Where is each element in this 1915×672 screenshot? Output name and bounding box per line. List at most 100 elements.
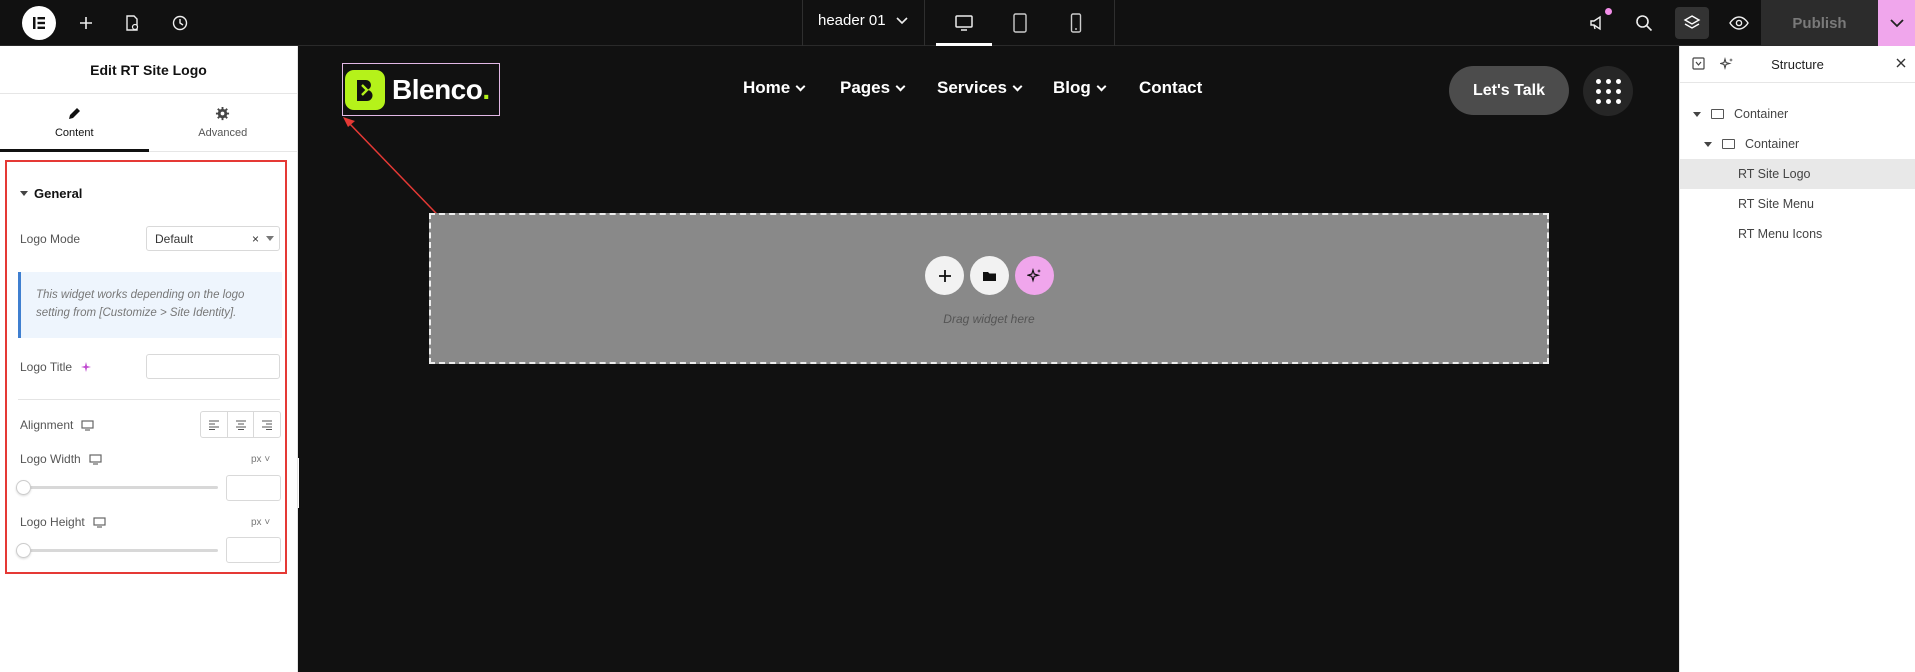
logo-title-input[interactable] bbox=[146, 354, 280, 379]
logo-width-slider[interactable] bbox=[16, 480, 218, 495]
chevron-down-icon bbox=[895, 16, 908, 24]
tree-label: RT Site Menu bbox=[1738, 197, 1814, 211]
logo-height-input[interactable] bbox=[226, 537, 281, 563]
alignment-label-row: Alignment bbox=[20, 418, 94, 432]
ai-generate-button[interactable] bbox=[1015, 256, 1054, 295]
structure-toggle-button[interactable] bbox=[1675, 7, 1709, 39]
logo-height-unit-select[interactable]: px ˅ bbox=[251, 517, 270, 528]
chevron-down-icon bbox=[266, 236, 274, 241]
clear-icon[interactable]: × bbox=[252, 232, 259, 246]
nav-item-pages[interactable]: Pages bbox=[840, 78, 906, 98]
logo-mode-label: Logo Mode bbox=[20, 232, 81, 246]
tree-label: RT Menu Icons bbox=[1738, 227, 1823, 241]
logo-height-label: Logo Height bbox=[20, 515, 85, 529]
panel-title: Edit RT Site Logo bbox=[0, 46, 297, 94]
divider bbox=[18, 399, 280, 400]
add-element-icon[interactable] bbox=[74, 11, 98, 35]
publish-options-button[interactable] bbox=[1878, 0, 1915, 46]
desktop-icon[interactable] bbox=[89, 453, 102, 465]
nav-label: Blog bbox=[1053, 78, 1091, 97]
desktop-icon[interactable] bbox=[93, 516, 106, 528]
nav-item-home[interactable]: Home bbox=[743, 78, 806, 98]
add-template-button[interactable] bbox=[970, 256, 1009, 295]
tablet-icon bbox=[1013, 13, 1027, 33]
section-toggle[interactable]: General bbox=[20, 186, 82, 201]
search-button[interactable] bbox=[1632, 11, 1656, 35]
add-section-button[interactable] bbox=[925, 256, 964, 295]
tab-label: Content bbox=[54, 126, 94, 139]
document-title-dropdown[interactable]: header 01 bbox=[818, 12, 908, 29]
folder-icon bbox=[983, 271, 996, 281]
caret-down-icon bbox=[20, 191, 28, 196]
tab-content[interactable]: Content bbox=[0, 94, 149, 152]
drop-zone[interactable]: Drag widget here bbox=[429, 213, 1549, 364]
structure-title: Structure bbox=[1771, 57, 1824, 72]
unit-label: px bbox=[251, 517, 262, 528]
chevron-down-icon bbox=[1012, 81, 1023, 91]
logo-width-unit-select[interactable]: px ˅ bbox=[251, 454, 270, 465]
align-right-icon bbox=[262, 420, 273, 430]
layers-icon bbox=[1683, 15, 1701, 29]
document-title: header 01 bbox=[818, 12, 886, 29]
tree-item-container[interactable]: Container bbox=[1680, 99, 1915, 129]
desktop-icon[interactable] bbox=[81, 419, 94, 431]
logo-mode-select[interactable]: Default × bbox=[146, 226, 280, 251]
logo-text: Blenco bbox=[392, 73, 483, 105]
chevron-down-icon bbox=[795, 81, 806, 91]
desktop-view-button[interactable] bbox=[936, 0, 992, 46]
tree-item-rt-menu-icons[interactable]: RT Menu Icons bbox=[1680, 219, 1915, 249]
lets-talk-button[interactable]: Let's Talk bbox=[1449, 66, 1569, 115]
align-center-icon bbox=[235, 420, 246, 430]
tablet-view-button[interactable] bbox=[992, 0, 1048, 46]
tree-label: Container bbox=[1734, 107, 1789, 121]
nav-item-contact[interactable]: Contact bbox=[1139, 78, 1202, 98]
alignment-label: Alignment bbox=[20, 418, 74, 432]
menu-grid-button[interactable] bbox=[1583, 66, 1633, 116]
eye-icon bbox=[1729, 16, 1749, 30]
nav-label: Home bbox=[743, 78, 791, 97]
tree-item-rt-site-menu[interactable]: RT Site Menu bbox=[1680, 189, 1915, 219]
publish-button[interactable]: Publish bbox=[1761, 0, 1878, 46]
nav-item-blog[interactable]: Blog bbox=[1053, 78, 1107, 98]
tree-item-rt-site-logo[interactable]: RT Site Logo bbox=[1680, 159, 1915, 189]
align-left-button[interactable] bbox=[201, 412, 228, 437]
notifications-button[interactable] bbox=[1585, 8, 1612, 35]
logo-title-label: Logo Title bbox=[20, 360, 73, 374]
panel-tabs: Content Advanced bbox=[0, 94, 297, 152]
align-right-button[interactable] bbox=[254, 412, 280, 437]
container-icon bbox=[1711, 109, 1724, 119]
nav-item-services[interactable]: Services bbox=[937, 78, 1023, 98]
ai-sparkle-icon[interactable] bbox=[80, 361, 92, 373]
tab-advanced[interactable]: Advanced bbox=[149, 94, 298, 151]
tree-label: RT Site Logo bbox=[1738, 167, 1811, 181]
close-icon[interactable] bbox=[1895, 57, 1907, 69]
site-logo-widget[interactable]: Blenco. bbox=[342, 63, 500, 116]
brand-logo-icon bbox=[345, 69, 385, 110]
nav-label: Contact bbox=[1139, 78, 1203, 97]
nav-label: Pages bbox=[840, 78, 891, 97]
alignment-button-group bbox=[200, 411, 281, 438]
history-icon[interactable] bbox=[168, 11, 192, 35]
elementor-logo-icon[interactable] bbox=[22, 6, 56, 40]
chevron-down-icon bbox=[1096, 81, 1107, 91]
align-left-icon bbox=[208, 420, 219, 430]
divider bbox=[1114, 0, 1115, 46]
tree-item-container[interactable]: Container bbox=[1680, 129, 1915, 159]
ai-sparkle-icon bbox=[1027, 268, 1041, 283]
desktop-icon bbox=[955, 15, 973, 31]
logo-height-slider[interactable] bbox=[16, 543, 218, 558]
align-center-button[interactable] bbox=[228, 412, 255, 437]
logo-title-label-row: Logo Title bbox=[20, 360, 92, 374]
logo-width-input[interactable] bbox=[226, 475, 281, 501]
tab-label: Advanced bbox=[198, 127, 248, 139]
divider bbox=[802, 0, 803, 46]
slider-handle[interactable] bbox=[16, 480, 31, 495]
drop-zone-hint: Drag widget here bbox=[943, 312, 1035, 326]
mobile-view-button[interactable] bbox=[1048, 0, 1104, 46]
preview-button[interactable] bbox=[1727, 11, 1751, 35]
page-settings-icon[interactable] bbox=[120, 11, 144, 35]
slider-handle[interactable] bbox=[16, 543, 31, 558]
caret-down-icon bbox=[1693, 111, 1701, 117]
mobile-icon bbox=[1070, 13, 1082, 33]
logo-width-label: Logo Width bbox=[20, 452, 81, 466]
